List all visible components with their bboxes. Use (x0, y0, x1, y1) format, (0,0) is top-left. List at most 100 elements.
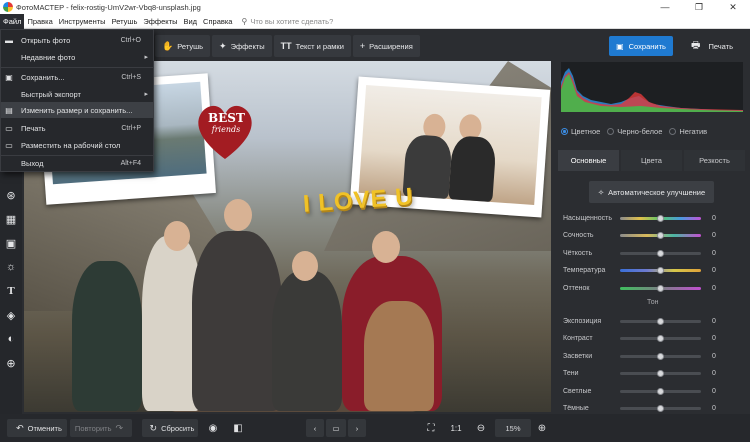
menu-print-label: Печать (21, 123, 46, 133)
extensions-button[interactable]: + Расширения (352, 35, 420, 57)
slider-thumb[interactable] (657, 405, 664, 412)
undo-label: Отменить (27, 423, 62, 433)
menu-file[interactable]: Файл (0, 13, 25, 29)
text-frames-button[interactable]: TT Текст и рамки (273, 35, 351, 57)
color-mode-bw[interactable]: Черно-белое (607, 127, 662, 136)
color-mode-negative[interactable]: Негатив (669, 127, 707, 136)
sticker-best-text: BEST (208, 111, 245, 125)
next-photo-button[interactable]: › (348, 419, 366, 437)
fill-icon[interactable]: ◈ (3, 307, 19, 323)
compare-icon[interactable]: ◧ (229, 419, 247, 437)
slider-value: 0 (712, 405, 716, 412)
slider-row: Контраст 0 (563, 334, 743, 344)
prev-photo-button[interactable]: ‹ (306, 419, 324, 437)
maximize-button[interactable]: ❐ (682, 0, 716, 14)
undo-button[interactable]: ↶ Отменить (7, 419, 67, 437)
window-title: ФотоМАСТЕР - felix-rostig-UmV2wr-Vbq8-un… (16, 2, 201, 12)
slider-thumb[interactable] (657, 249, 664, 257)
slider-thumb[interactable] (657, 214, 664, 222)
reset-button[interactable]: ↻ Сбросить (142, 419, 198, 437)
menu-exit[interactable]: Выход Alt+F4 (1, 155, 153, 171)
menu-view[interactable]: Вид (180, 14, 200, 29)
light-icon[interactable]: ☼ (3, 259, 19, 275)
slider-track[interactable] (620, 214, 701, 222)
person (272, 271, 342, 411)
compass-icon[interactable]: ⊕ (3, 355, 19, 371)
slider-thumb[interactable] (657, 387, 664, 395)
file-menu-dropdown: ▬ Открыть фото Ctrl+O Недавние фото ▸ ▣ … (0, 29, 154, 172)
menu-search[interactable]: ⚲ Что вы хотите сделать? (241, 17, 333, 26)
slider-label: Насыщенность (563, 214, 613, 222)
slider-track[interactable] (620, 335, 701, 342)
eye-icon[interactable]: ◉ (204, 419, 222, 437)
menu-edit[interactable]: Правка (24, 14, 55, 29)
auto-enhance-button[interactable]: ✧ Автоматическое улучшение (589, 181, 714, 203)
slider-thumb[interactable] (657, 335, 664, 342)
drop-icon[interactable]: ◐ (3, 331, 19, 347)
slider-track[interactable] (620, 267, 701, 274)
menu-open-photo[interactable]: ▬ Открыть фото Ctrl+O (1, 32, 153, 48)
print-button[interactable]: 🖶 Печать (679, 36, 745, 56)
slider-value: 0 (712, 317, 716, 325)
adjust-tabs: Основные Цвета Резкость (558, 150, 745, 171)
slider-label: Светлые (563, 387, 592, 395)
slider-value: 0 (712, 284, 716, 292)
text-icon[interactable]: T (3, 283, 19, 299)
effects-button[interactable]: ✦ Эффекты (212, 35, 272, 57)
slider-track[interactable] (620, 249, 701, 257)
slider-track[interactable] (620, 232, 701, 239)
zoom-ratio-button[interactable]: 1:1 (447, 419, 465, 437)
slider-row: Чёткость 0 (563, 248, 743, 258)
slider-thumb[interactable] (657, 370, 664, 377)
tab-colors[interactable]: Цвета (621, 150, 682, 171)
open-folder-button[interactable]: ▭ (326, 419, 346, 437)
filters-icon[interactable]: ⊛ (3, 187, 19, 203)
minimize-button[interactable]: — (648, 0, 682, 14)
menu-help[interactable]: Справка (200, 14, 235, 29)
zoom-in-icon[interactable]: ⊕ (533, 419, 551, 437)
menu-quick-export[interactable]: Быстрый экспорт ▸ (1, 86, 153, 102)
save-button[interactable]: ▣ Сохранить (609, 36, 673, 56)
grid-icon[interactable]: ▦ (3, 211, 19, 227)
face (372, 231, 400, 263)
slider-row: Температура 0 (563, 266, 743, 276)
slider-thumb[interactable] (657, 232, 664, 239)
slider-thumb[interactable] (657, 317, 664, 325)
menu-save[interactable]: ▣ Сохранить... Ctrl+S (1, 69, 153, 85)
color-mode-color[interactable]: Цветное (561, 127, 600, 136)
slider-track[interactable] (620, 284, 701, 292)
zoom-out-icon[interactable]: ⊖ (472, 419, 490, 437)
tone-header: Тон (647, 299, 659, 306)
retouch-icon: ✋ (162, 40, 174, 51)
menu-effects[interactable]: Эффекты (140, 14, 180, 29)
tab-sharpness[interactable]: Резкость (684, 150, 745, 171)
menu-resize-save[interactable]: ▤ Изменить размер и сохранить... (1, 102, 153, 118)
menu-quick-export-label: Быстрый экспорт (21, 89, 81, 99)
menu-set-desktop[interactable]: ▭ Разместить на рабочий стол (1, 137, 153, 153)
slider-thumb[interactable] (657, 352, 664, 360)
frame-icon[interactable]: ▣ (3, 235, 19, 251)
menu-retouch[interactable]: Ретушь (109, 14, 141, 29)
menu-tools[interactable]: Инструменты (56, 14, 109, 29)
fit-screen-icon[interactable]: ⛶ (422, 419, 440, 437)
magic-wand-icon: ✦ (219, 40, 227, 51)
slider-row: Экспозиция 0 (563, 316, 743, 326)
retouch-label: Ретушь (177, 41, 204, 51)
slider-track[interactable] (620, 352, 701, 360)
slider-thumb[interactable] (657, 267, 664, 274)
slider-track[interactable] (620, 370, 701, 377)
top-toolbar: ✋ Ретушь ✦ Эффекты TT Текст и рамки + Ра… (155, 35, 427, 57)
menu-recent-photos[interactable]: Недавние фото ▸ (1, 49, 153, 65)
close-button[interactable]: ✕ (716, 0, 750, 14)
slider-value: 0 (712, 214, 716, 222)
menu-print[interactable]: ▭ Печать Ctrl+P (1, 120, 153, 136)
slider-track[interactable] (620, 317, 701, 325)
retouch-button[interactable]: ✋ Ретушь (155, 35, 211, 57)
tab-basic[interactable]: Основные (558, 150, 619, 171)
zoom-value[interactable]: 15% (495, 419, 531, 437)
slider-track[interactable] (620, 405, 701, 412)
redo-button[interactable]: Повторить ↷ (70, 419, 132, 437)
slider-track[interactable] (620, 387, 701, 395)
color-mode-group: Цветное Черно-белое Негатив (561, 124, 745, 138)
slider-thumb[interactable] (657, 284, 664, 292)
